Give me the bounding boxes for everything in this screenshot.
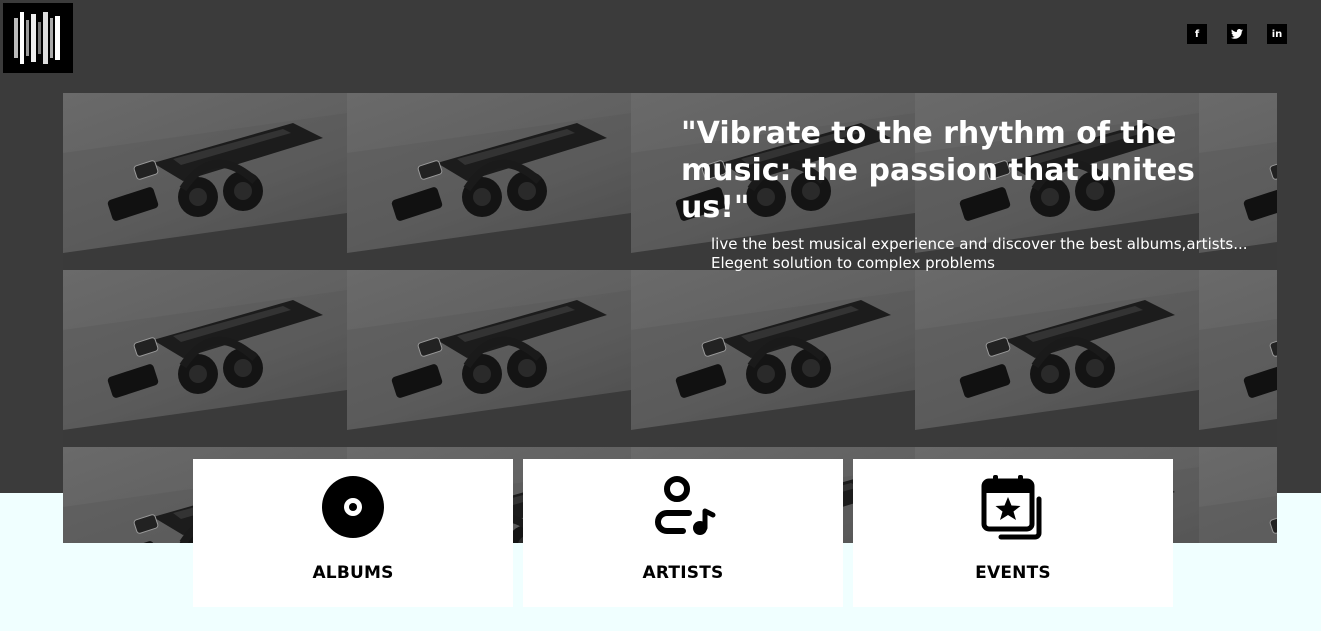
- albums-label: ALBUMS: [312, 563, 394, 583]
- vinyl-disc-icon: [322, 476, 384, 538]
- hero-quote: "Vibrate to the rhythm of the music: the…: [681, 116, 1195, 225]
- hero-image-tile: [631, 270, 915, 447]
- hero-image-tile: [347, 270, 631, 447]
- artists-label: ARTISTS: [642, 563, 724, 583]
- site-logo[interactable]: [3, 3, 73, 73]
- twitter-icon[interactable]: [1227, 24, 1247, 44]
- events-card[interactable]: EVENTS: [853, 459, 1173, 607]
- hero-image-tile: [915, 270, 1199, 447]
- hero-image-tile: [63, 270, 347, 447]
- facebook-icon[interactable]: f: [1187, 24, 1207, 44]
- events-label: EVENTS: [975, 563, 1051, 583]
- albums-card[interactable]: ALBUMS: [193, 459, 513, 607]
- hero-image-tile: [1199, 447, 1277, 543]
- artists-card[interactable]: ARTISTS: [523, 459, 843, 607]
- linkedin-icon[interactable]: in: [1267, 24, 1287, 44]
- hero-image-tile: [1199, 270, 1277, 447]
- social-links: f in: [1187, 24, 1287, 44]
- artist-music-icon: [655, 476, 716, 535]
- hero-image-tile: [347, 93, 631, 270]
- calendar-star-icon: [981, 475, 1042, 540]
- hero-subtitle-line1: live the best musical experience and dis…: [711, 235, 1248, 253]
- hero-subtitle-line2: Elegent solution to complex problems: [711, 254, 995, 272]
- feature-cards: ALBUMS ARTISTS EVENTS: [193, 459, 1173, 607]
- bars-logo-icon: [14, 12, 60, 64]
- hero-image-tile: [63, 93, 347, 270]
- hero-subtitle: live the best musical experience and dis…: [711, 235, 1271, 273]
